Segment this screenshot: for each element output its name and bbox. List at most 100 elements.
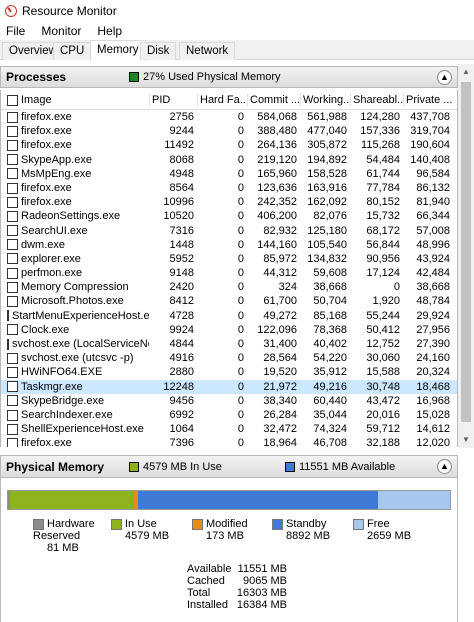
table-cell: 16,968: [416, 394, 450, 407]
row-checkbox[interactable]: [7, 324, 18, 336]
row-checkbox[interactable]: [7, 111, 18, 123]
row-checkbox[interactable]: [7, 225, 18, 237]
tab-disk[interactable]: Disk: [140, 42, 177, 60]
table-row[interactable]: HWiNFO64.EXE 2880 0 19,520 35,912 15,588 20,32…: [1, 365, 457, 379]
select-all-checkbox[interactable]: [7, 94, 18, 106]
processes-header[interactable]: Processes 27% Used Physical Memory ▲: [0, 66, 458, 88]
table-row[interactable]: firefox.exe 8564 0 123,636 163,916 77,784 86,1…: [1, 181, 457, 195]
used-memory-swatch: [129, 72, 139, 82]
column-private[interactable]: Private ...: [403, 90, 453, 110]
column-working-set[interactable]: Working...: [300, 90, 350, 110]
row-checkbox[interactable]: [7, 239, 18, 251]
table-cell: 264,136: [257, 139, 297, 152]
table-row[interactable]: ShellExperienceHost.exe 1064 0 32,472 74,324…: [1, 422, 457, 436]
row-checkbox[interactable]: [7, 423, 18, 435]
row-checkbox[interactable]: [7, 395, 18, 407]
row-checkbox[interactable]: [7, 296, 18, 308]
column-image[interactable]: Image: [1, 90, 149, 110]
table-row[interactable]: firefox.exe 2756 0 584,068 561,988 124,280 437…: [1, 110, 457, 124]
scroll-up-arrow-icon[interactable]: ▲: [458, 64, 474, 80]
column-hard-faults[interactable]: Hard Fa...: [197, 90, 247, 110]
row-checkbox[interactable]: [7, 338, 9, 350]
process-name: firefox.exe: [21, 139, 72, 152]
row-checkbox[interactable]: [7, 352, 18, 364]
table-cell: 0: [237, 196, 244, 209]
row-checkbox[interactable]: [7, 196, 18, 208]
row-checkbox[interactable]: [7, 139, 18, 151]
table-row[interactable]: SkypeApp.exe 8068 0 219,120 194,892 54,484 140…: [1, 153, 457, 167]
table-row[interactable]: firefox.exe 10996 0 242,352 162,092 80,152 81,…: [1, 195, 457, 209]
table-row[interactable]: Microsoft.Photos.exe 8412 0 61,700 50,704 1,9…: [1, 294, 457, 308]
menu-help[interactable]: Help: [95, 24, 124, 38]
collapse-physical-memory-button[interactable]: ▲: [437, 459, 452, 474]
table-row[interactable]: firefox.exe 9244 0 388,480 477,040 157,336 319…: [1, 124, 457, 138]
row-checkbox[interactable]: [7, 409, 18, 421]
table-row[interactable]: Clock.exe 9924 0 122,096 78,368 50,412 27,956: [1, 323, 457, 337]
collapse-processes-button[interactable]: ▲: [437, 70, 452, 85]
table-row[interactable]: SkypeBridge.exe 9456 0 38,340 60,440 43,472 16…: [1, 394, 457, 408]
column-commit[interactable]: Commit ...: [247, 90, 300, 110]
scroll-down-arrow-icon[interactable]: ▼: [458, 432, 474, 448]
table-cell: 30,060: [366, 352, 400, 365]
table-cell: 54,484: [366, 153, 400, 166]
table-row[interactable]: Memory Compression 2420 0 324 38,668 0 38,668: [1, 280, 457, 294]
table-cell: 0: [237, 210, 244, 223]
row-checkbox[interactable]: [7, 267, 18, 279]
table-row[interactable]: explorer.exe 5952 0 85,972 134,832 90,956 43,9…: [1, 252, 457, 266]
table-cell: 21,972: [263, 380, 297, 393]
table-cell: 477,040: [307, 125, 347, 138]
row-checkbox[interactable]: [7, 210, 18, 222]
process-image-cell: MsMpEng.exe: [1, 167, 149, 181]
table-cell: 18,468: [416, 380, 450, 393]
process-image-cell: firefox.exe: [1, 110, 149, 124]
table-cell: 49,216: [313, 380, 347, 393]
column-pid[interactable]: PID: [149, 90, 197, 110]
table-row[interactable]: SearchIndexer.exe 6992 0 26,284 35,044 20,016…: [1, 408, 457, 422]
row-checkbox[interactable]: [7, 253, 18, 265]
table-row[interactable]: firefox.exe 7396 0 18,964 46,708 32,188 12,020: [1, 436, 457, 447]
table-row[interactable]: svchost.exe (LocalServiceNoNet... 4844 0 31…: [1, 337, 457, 351]
tab-cpu[interactable]: CPU: [53, 42, 92, 60]
row-checkbox[interactable]: [7, 281, 18, 293]
scroll-thumb[interactable]: [461, 82, 471, 422]
table-row[interactable]: dwm.exe 1448 0 144,160 105,540 56,844 48,996: [1, 238, 457, 252]
table-cell: 46,708: [313, 437, 347, 447]
table-cell: 12,752: [366, 338, 400, 350]
row-checkbox[interactable]: [7, 168, 18, 180]
row-checkbox[interactable]: [7, 310, 9, 322]
physical-memory-header[interactable]: Physical Memory 4579 MB In Use 11551 MB …: [0, 455, 458, 478]
row-checkbox[interactable]: [7, 182, 18, 194]
table-row[interactable]: MsMpEng.exe 4948 0 165,960 158,528 61,744 96,5…: [1, 167, 457, 181]
table-cell: 27,390: [416, 338, 450, 350]
row-checkbox[interactable]: [7, 154, 18, 166]
table-cell: 20,016: [366, 408, 400, 421]
table-row[interactable]: SearchUI.exe 7316 0 82,932 125,180 68,172 57,0…: [1, 224, 457, 238]
tab-network[interactable]: Network: [179, 42, 236, 60]
table-row[interactable]: firefox.exe 11492 0 264,136 305,872 115,268 19…: [1, 138, 457, 152]
menu-monitor[interactable]: Monitor: [39, 24, 83, 38]
row-checkbox[interactable]: [7, 125, 18, 137]
process-image-cell: Clock.exe: [1, 323, 149, 337]
row-checkbox[interactable]: [7, 366, 18, 378]
table-row[interactable]: StartMenuExperienceHost.exe 4728 0 49,272 85…: [1, 309, 457, 323]
table-cell: 0: [237, 238, 244, 251]
tab-memory[interactable]: Memory: [90, 40, 146, 61]
modified-value: 173 MB: [206, 530, 244, 542]
table-cell: 124,280: [360, 111, 400, 123]
menu-file[interactable]: File: [4, 24, 27, 38]
column-shareable[interactable]: Shareabl...: [350, 90, 403, 110]
table-cell: 7396: [169, 437, 194, 447]
row-checkbox[interactable]: [7, 381, 18, 393]
table-cell: 86,132: [416, 181, 450, 194]
table-cell: 2420: [169, 281, 194, 294]
process-name: perfmon.exe: [21, 267, 83, 280]
process-name: explorer.exe: [21, 252, 81, 265]
table-cell: 24,160: [416, 352, 450, 365]
table-cell: 77,784: [366, 181, 400, 194]
table-row[interactable]: RadeonSettings.exe 10520 0 406,200 82,076 15,…: [1, 209, 457, 223]
table-row[interactable]: perfmon.exe 9148 0 44,312 59,608 17,124 42,484: [1, 266, 457, 280]
table-row[interactable]: svchost.exe (utcsvc -p) 4916 0 28,564 54,220…: [1, 351, 457, 365]
row-checkbox[interactable]: [7, 437, 18, 447]
processes-scrollbar[interactable]: ▲ ▼: [458, 64, 474, 448]
table-row[interactable]: Taskmgr.exe 12248 0 21,972 49,216 30,748 18,46…: [1, 379, 457, 394]
